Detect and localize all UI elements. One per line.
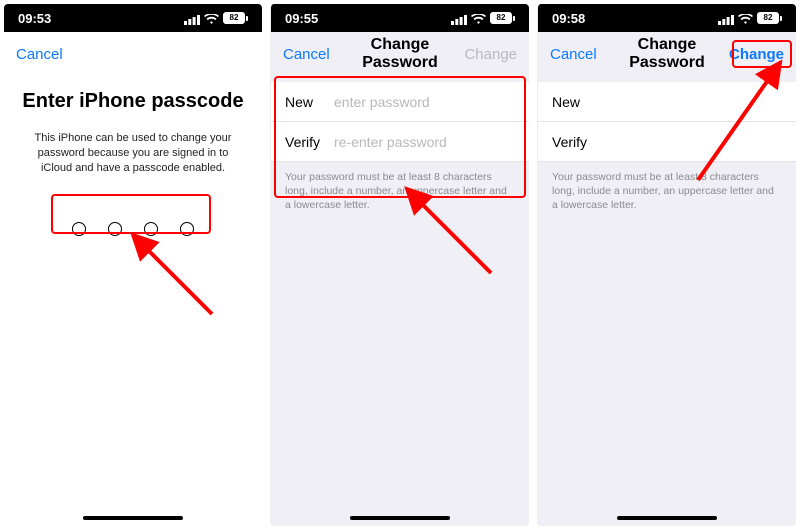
change-button[interactable]: Change (461, 46, 517, 63)
passcode-dot (72, 222, 86, 236)
change-button[interactable]: Change (728, 46, 784, 63)
verify-password-field[interactable] (334, 134, 515, 150)
annotation-arrow-icon (134, 236, 224, 326)
nav-bar: Cancel Change Password Change (538, 32, 796, 76)
cancel-button[interactable]: Cancel (16, 46, 72, 63)
verify-password-row: Verify (271, 122, 529, 162)
status-time: 09:55 (285, 11, 318, 26)
page-title: Enter iPhone passcode (22, 90, 244, 113)
passcode-dot (108, 222, 122, 236)
status-time: 09:53 (18, 11, 51, 26)
signal-icon (718, 13, 734, 24)
new-password-field[interactable] (334, 94, 515, 110)
status-right: 82 (184, 12, 248, 24)
home-indicator (350, 516, 450, 520)
battery-icon: 82 (223, 12, 248, 24)
status-right: 82 (718, 12, 782, 24)
wifi-icon (738, 13, 753, 24)
battery-level: 82 (757, 12, 779, 24)
form-body: New Verify Your password must be at leas… (271, 76, 529, 526)
home-indicator (83, 516, 183, 520)
battery-icon: 82 (490, 12, 515, 24)
verify-password-label: Verify (285, 134, 334, 150)
screen-change-password-ready: 09:58 82 Cancel Change Password Change N… (537, 4, 796, 526)
status-bar: 09:58 82 (538, 4, 796, 32)
password-requirements-note: Your password must be at least 8 charact… (271, 162, 529, 213)
wifi-icon (204, 13, 219, 24)
new-password-row: New (271, 82, 529, 122)
nav-bar: Cancel (4, 32, 262, 76)
verify-password-row: Verify (538, 122, 796, 162)
battery-level: 82 (490, 12, 512, 24)
home-indicator (617, 516, 717, 520)
passcode-dots[interactable] (58, 212, 208, 246)
new-password-field[interactable] (601, 94, 782, 110)
new-password-row: New (538, 82, 796, 122)
cancel-button[interactable]: Cancel (550, 46, 606, 63)
new-password-label: New (552, 94, 601, 110)
nav-title: Change Password (339, 36, 461, 72)
passcode-content: Enter iPhone passcode This iPhone can be… (4, 76, 262, 526)
verify-password-field[interactable] (601, 134, 782, 150)
passcode-dot (180, 222, 194, 236)
wifi-icon (471, 13, 486, 24)
password-group: New Verify (271, 82, 529, 162)
status-time: 09:58 (552, 11, 585, 26)
cancel-button[interactable]: Cancel (283, 46, 339, 63)
status-right: 82 (451, 12, 515, 24)
page-description: This iPhone can be used to change your p… (22, 131, 244, 176)
form-body: New Verify Your password must be at leas… (538, 76, 796, 526)
signal-icon (184, 13, 200, 24)
passcode-dot (144, 222, 158, 236)
nav-title: Change Password (606, 36, 728, 72)
password-group: New Verify (538, 82, 796, 162)
battery-level: 82 (223, 12, 245, 24)
new-password-label: New (285, 94, 334, 110)
signal-icon (451, 13, 467, 24)
screen-passcode: 09:53 82 Cancel Enter iPhone passcode Th… (4, 4, 262, 526)
battery-icon: 82 (757, 12, 782, 24)
nav-bar: Cancel Change Password Change (271, 32, 529, 76)
verify-password-label: Verify (552, 134, 601, 150)
status-bar: 09:55 82 (271, 4, 529, 32)
screen-change-password-empty: 09:55 82 Cancel Change Password Change N… (270, 4, 529, 526)
status-bar: 09:53 82 (4, 4, 262, 32)
password-requirements-note: Your password must be at least 8 charact… (538, 162, 796, 213)
